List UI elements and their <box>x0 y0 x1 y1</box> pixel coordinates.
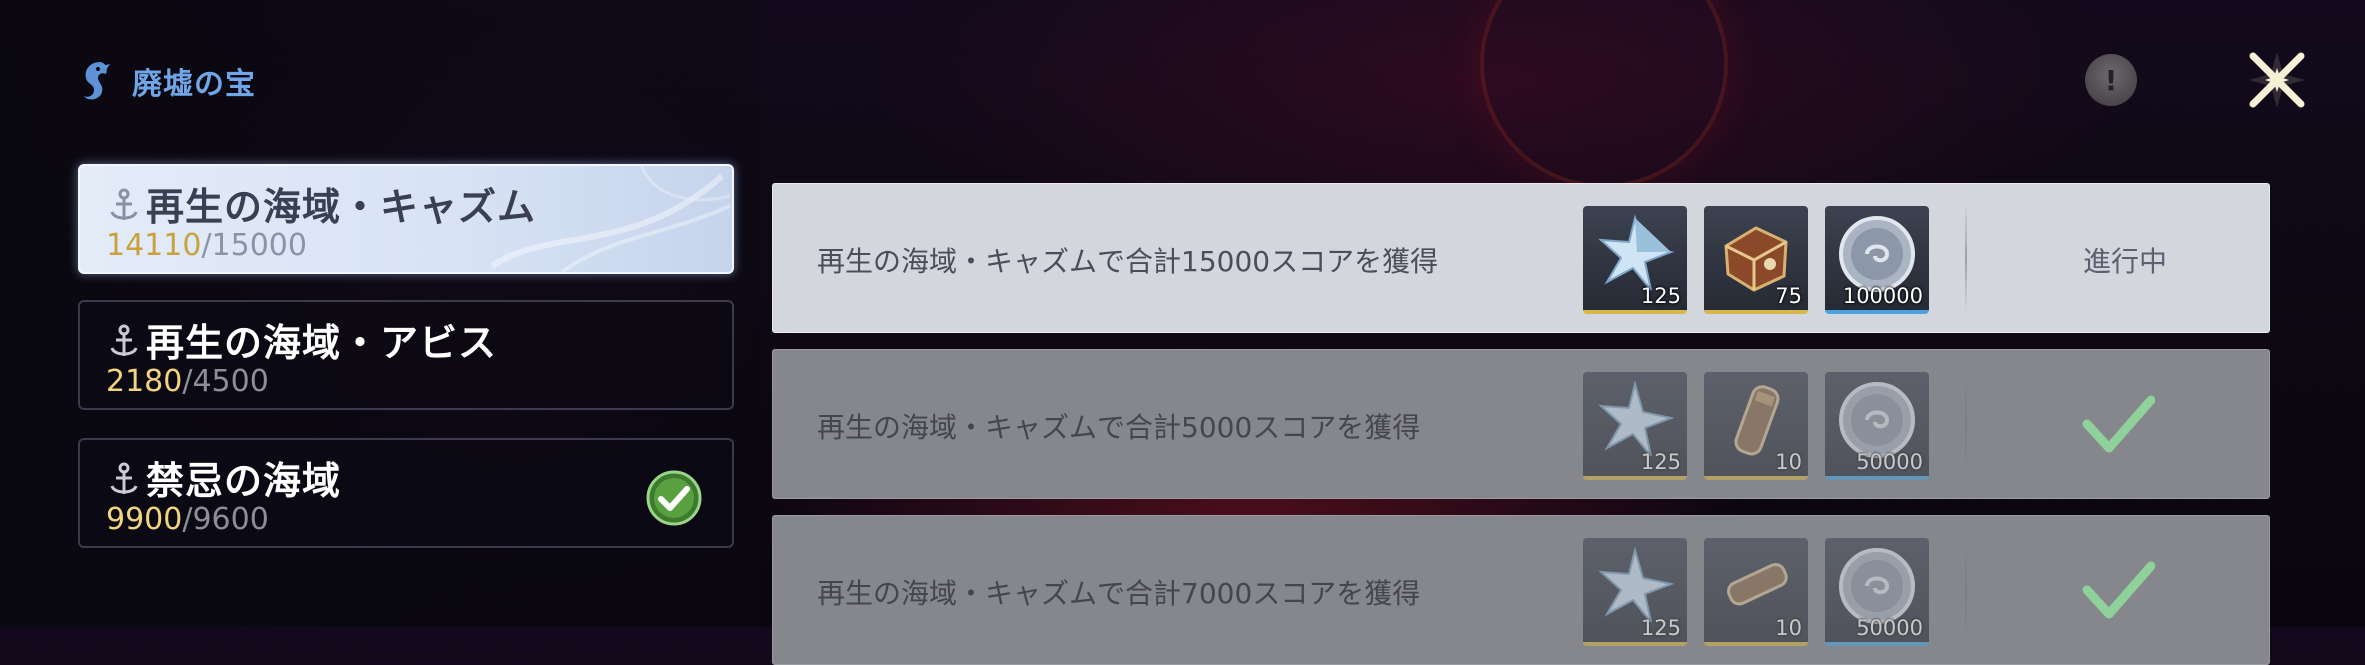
divider <box>1965 204 1967 312</box>
reward-quantity: 125 <box>1640 284 1681 308</box>
divider <box>1965 370 1967 478</box>
reward-item[interactable]: 75 <box>1704 206 1808 314</box>
mission-row: 再生の海域・キャズムで合計15000スコアを獲得 125 75 100000 進… <box>772 183 2270 333</box>
region-name: 再生の海域・キャズム <box>146 185 537 229</box>
status-in-progress: 進行中 <box>2083 245 2168 278</box>
divider <box>1965 536 1967 644</box>
reward-quantity: 100000 <box>1842 284 1923 308</box>
close-button[interactable] <box>2245 48 2309 112</box>
mission-description: 再生の海域・キャズムで合計7000スコアを獲得 <box>817 577 1421 610</box>
reward-quantity: 10 <box>1775 450 1802 474</box>
reward-quantity: 10 <box>1775 616 1802 640</box>
region-name: 再生の海域・アビス <box>146 321 498 365</box>
anchor-icon <box>110 462 138 494</box>
reward-quantity: 125 <box>1640 616 1681 640</box>
mission-description: 再生の海域・キャズムで合計15000スコアを獲得 <box>817 245 1439 278</box>
seahorse-emblem-icon <box>84 62 110 100</box>
mission-description: 再生の海域・キャズムで合計5000スコアを獲得 <box>817 411 1421 444</box>
reward-quantity: 50000 <box>1856 616 1923 640</box>
info-button[interactable]: ! <box>2085 54 2137 106</box>
region-progress: 9900/9600 <box>106 502 269 537</box>
region-item-forbidden[interactable]: 禁忌の海域 9900/9600 <box>78 438 734 548</box>
reward-item[interactable]: 50000 <box>1825 372 1929 480</box>
region-name: 禁忌の海域 <box>146 459 342 503</box>
region-progress: 14110/15000 <box>106 228 307 263</box>
completed-check-icon <box>646 470 702 526</box>
reward-item[interactable]: 125 <box>1583 538 1687 646</box>
reward-item[interactable]: 50000 <box>1825 538 1929 646</box>
anchor-icon <box>110 188 138 220</box>
reward-item[interactable]: 125 <box>1583 206 1687 314</box>
reward-quantity: 125 <box>1640 450 1681 474</box>
info-icon: ! <box>2104 63 2118 97</box>
checkmark-icon <box>2082 395 2155 453</box>
mission-row: 再生の海域・キャズムで合計7000スコアを獲得 125 10 50000 <box>772 515 2270 665</box>
panel-header: 廃墟の宝 <box>72 58 256 104</box>
anchor-icon <box>110 324 138 356</box>
reward-quantity: 50000 <box>1856 450 1923 474</box>
reward-item[interactable]: 100000 <box>1825 206 1929 314</box>
reward-item[interactable]: 10 <box>1704 538 1808 646</box>
checkmark-icon <box>2082 561 2155 619</box>
mission-row: 再生の海域・キャズムで合計5000スコアを獲得 125 10 50000 <box>772 349 2270 499</box>
reward-quantity: 75 <box>1775 284 1802 308</box>
reward-item[interactable]: 10 <box>1704 372 1808 480</box>
reward-item[interactable]: 125 <box>1583 372 1687 480</box>
background-ring-decoration <box>1480 0 1728 188</box>
region-item-abyss[interactable]: 再生の海域・アビス 2180/4500 <box>78 300 734 410</box>
region-item-chasm[interactable]: 再生の海域・キャズム 14110/15000 <box>78 164 734 274</box>
region-progress: 2180/4500 <box>106 364 269 399</box>
page-title: 廃墟の宝 <box>132 67 256 102</box>
